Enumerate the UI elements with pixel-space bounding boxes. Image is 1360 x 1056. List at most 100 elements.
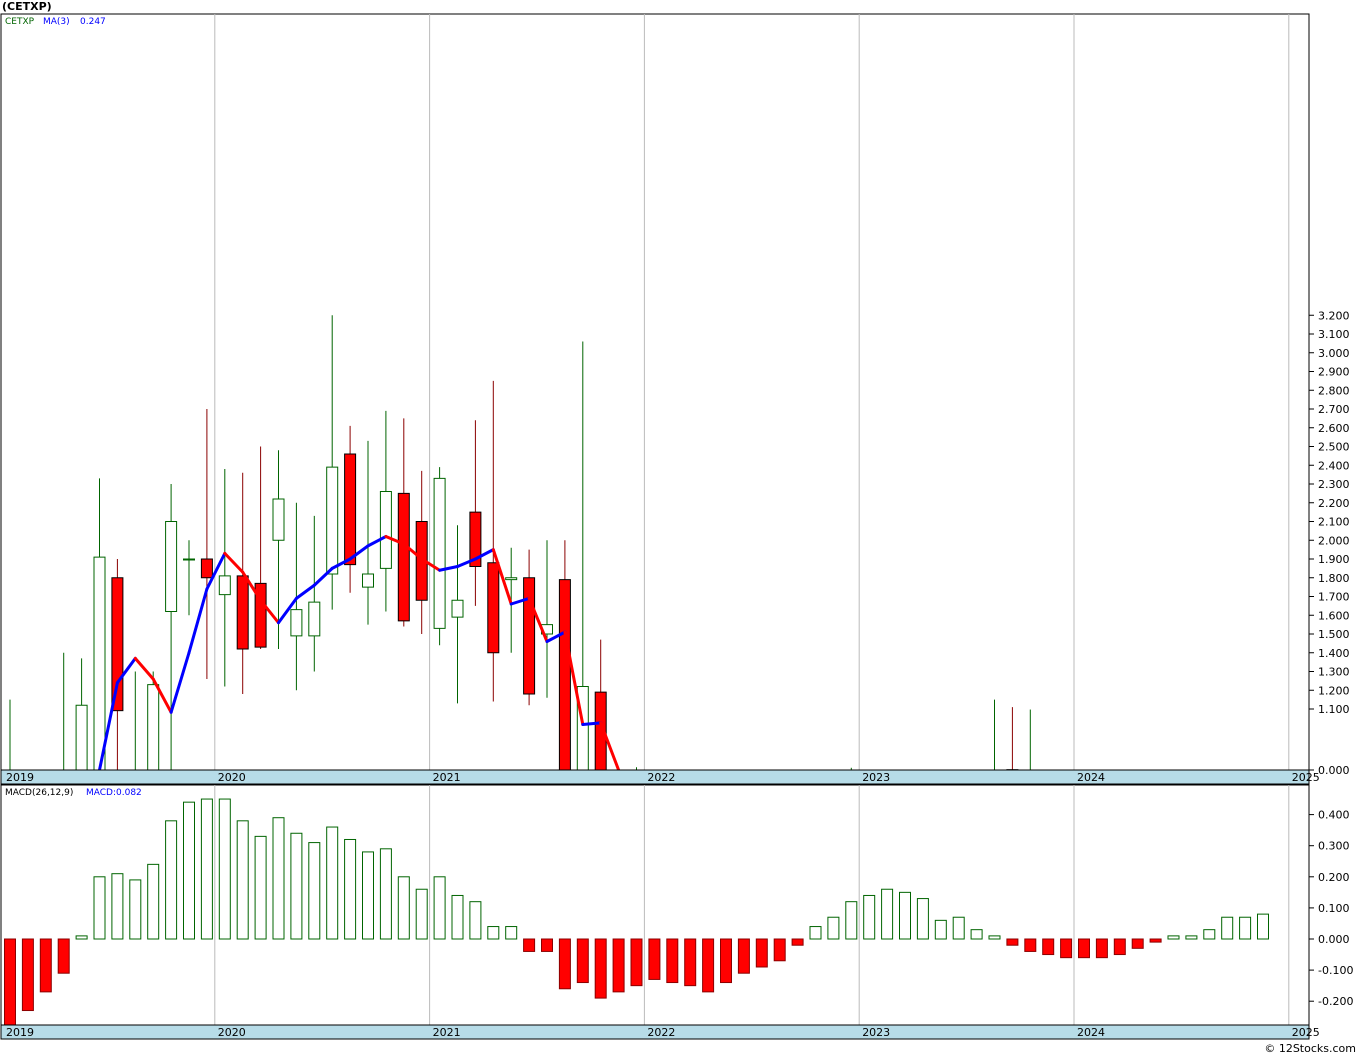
macd-year-label: 2021 [433, 1026, 461, 1039]
price-year-label: 2020 [218, 771, 246, 784]
price-year-label: 2025 [1292, 771, 1320, 784]
macd-bar [1024, 938, 1037, 952]
price-year-label: 2019 [6, 771, 34, 784]
macd-year-label: 2024 [1077, 1026, 1105, 1039]
macd-bar [1095, 938, 1108, 959]
macd-bar [39, 938, 52, 993]
price-candle-body [344, 453, 357, 566]
macd-bar [970, 929, 983, 940]
macd-bar [469, 901, 482, 940]
price-year-label: 2024 [1077, 771, 1105, 784]
macd-legend-value: MACD:0.082 [86, 788, 142, 798]
macd-bar [523, 938, 536, 952]
macd-bar [934, 919, 947, 940]
price-candle-body [362, 573, 374, 588]
macd-bar [684, 938, 697, 987]
price-y-tick-label: 2.700 [1318, 403, 1350, 416]
price-y-tick-label: 3.200 [1318, 309, 1350, 322]
price-candle-body [75, 704, 88, 771]
macd-bar [505, 926, 518, 940]
price-candle-body [451, 599, 464, 618]
price-y-tick-label: 2.800 [1318, 384, 1350, 397]
price-y-tick-label: 1.200 [1318, 684, 1350, 697]
price-candle-body [200, 558, 213, 579]
macd-bar [75, 935, 88, 940]
macd-bar [612, 938, 625, 993]
price-candle-body [308, 601, 321, 637]
macd-bar [1257, 913, 1269, 940]
price-y-tick-label: 2.600 [1318, 422, 1350, 435]
macd-y-tick-label: 0.200 [1318, 871, 1350, 884]
price-candle-body [397, 492, 410, 622]
macd-bar [111, 873, 124, 940]
macd-bar [21, 938, 34, 1012]
price-candle-body [218, 575, 231, 596]
macd-bar [916, 898, 929, 940]
macd-bar [379, 848, 392, 940]
price-y-tick-label: 1.100 [1318, 703, 1350, 716]
price-year-label: 2023 [862, 771, 890, 784]
price-candle-body [147, 684, 160, 771]
macd-bar [1006, 938, 1019, 946]
price-candle-body [236, 575, 249, 650]
macd-bar [1060, 938, 1073, 959]
macd-bar [1113, 938, 1126, 956]
macd-bar [845, 901, 858, 940]
price-candle-body [505, 577, 518, 581]
macd-bar [720, 938, 732, 984]
price-plot-frame [0, 13, 1310, 771]
macd-bar [236, 820, 249, 940]
macd-bar [630, 938, 643, 987]
macd-bar [666, 938, 679, 984]
macd-year-label: 2022 [647, 1026, 675, 1039]
price-legend-ma-value: 0.247 [80, 17, 106, 27]
price-candle-body [93, 556, 106, 771]
price-candle-body [165, 521, 178, 612]
macd-bar [183, 801, 195, 940]
macd-year-label: 2025 [1292, 1026, 1320, 1039]
price-y-tick-label: 1.600 [1318, 609, 1350, 622]
price-y-tick-label: 1.300 [1318, 666, 1350, 679]
macd-panel: 0.400 0.300 0.200 0.100 0.000 -0.100 -0.200 20… [0, 784, 1353, 1040]
macd-bar [4, 938, 16, 1027]
macd-bar [1239, 916, 1252, 940]
macd-bar [362, 851, 374, 940]
macd-bar [290, 832, 303, 940]
macd-y-tick-label: -0.100 [1318, 964, 1353, 977]
macd-legend-label: MACD(26,12,9) [5, 788, 73, 798]
price-y-tick-label: 0.000 [1318, 764, 1350, 777]
credit-text: © 12Stocks.com [1264, 1042, 1356, 1055]
price-legend-ma-label: MA(3) [43, 17, 70, 27]
price-y-tick-label: 2.100 [1318, 516, 1350, 529]
macd-bar [147, 863, 160, 940]
macd-bar [1078, 938, 1090, 959]
price-candle-body [558, 579, 571, 771]
macd-bar [415, 888, 428, 940]
price-y-tick-label: 2.400 [1318, 459, 1350, 472]
macd-bar [200, 798, 213, 940]
price-y-tick-label: 2.500 [1318, 441, 1350, 454]
price-candle-body [379, 491, 392, 569]
macd-y-tick-label: 0.300 [1318, 840, 1350, 853]
price-legend-symbol: CETXP [5, 17, 35, 27]
price-candle-body [433, 477, 446, 629]
macd-bar [899, 891, 911, 940]
price-year-label: 2021 [433, 771, 461, 784]
macd-bar [57, 938, 70, 974]
macd-bar [254, 835, 267, 940]
macd-bar [988, 935, 1001, 940]
macd-bar [755, 938, 768, 968]
price-panel: 0.000 1.100 1.200 1.300 1.400 1.500 1.600 1.700… [0, 13, 1350, 785]
macd-bar [1167, 935, 1180, 940]
price-candle [433, 467, 446, 646]
macd-bar [952, 916, 965, 940]
macd-bar [218, 798, 231, 940]
macd-y-tick-label: 0.100 [1318, 902, 1350, 915]
macd-year-label: 2020 [218, 1026, 246, 1039]
chart: 0.000 1.100 1.200 1.300 1.400 1.500 1.600 1.700… [0, 0, 1360, 1056]
macd-y-tick-label: 0.000 [1318, 933, 1350, 946]
macd-bar [1149, 938, 1162, 943]
macd-bar [272, 817, 285, 940]
price-y-tick-label: 3.000 [1318, 347, 1350, 360]
macd-bar [863, 894, 876, 940]
